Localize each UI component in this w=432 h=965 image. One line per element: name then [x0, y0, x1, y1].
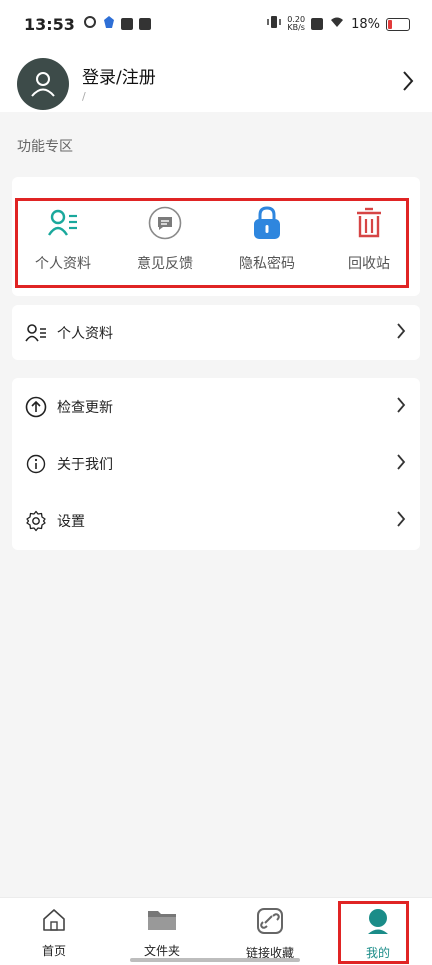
nav-label: 文件夹 [143, 944, 180, 958]
profile-list-card: 个人资料 [12, 305, 420, 360]
quick-action-label: 个人资料 [35, 256, 91, 272]
home-icon [41, 908, 67, 936]
chevron-right-icon[interactable] [402, 70, 414, 96]
no-sim-icon [311, 18, 324, 30]
quick-action-privacy-password[interactable]: 隐私密码 [216, 198, 318, 288]
status-right: 0.20 KB/s 18% [267, 15, 410, 33]
bottom-nav: 首页 文件夹 链接收藏 我的 [0, 897, 432, 965]
inbox-icon [138, 18, 151, 30]
quick-action-label: 意见反馈 [137, 256, 193, 272]
list-item-profile[interactable]: 个人资料 [12, 305, 420, 360]
nav-item-mine[interactable]: 我的 [324, 898, 432, 965]
quick-action-feedback[interactable]: 意见反馈 [114, 198, 216, 288]
nav-label: 我的 [365, 946, 390, 960]
quick-action-profile[interactable]: 个人资料 [12, 198, 114, 288]
chevron-right-icon [396, 510, 406, 532]
home-indicator[interactable] [130, 958, 300, 962]
arrow-up-circle-icon [25, 396, 47, 418]
nav-item-link-favorites[interactable]: 链接收藏 [216, 898, 324, 965]
network-speed: 0.20 KB/s [287, 16, 305, 32]
user-icon [365, 908, 391, 938]
chevron-right-icon [396, 453, 406, 475]
trash-icon [355, 206, 383, 240]
nav-label: 首页 [41, 944, 66, 958]
app-notification-icon [103, 15, 115, 33]
login-register-title[interactable]: 登录/注册 [82, 63, 156, 88]
sync-icon [83, 15, 97, 33]
status-time: 13:53 [24, 14, 75, 34]
avatar[interactable] [17, 58, 69, 110]
list-item-settings[interactable]: 设置 [12, 492, 420, 549]
chat-bubble-icon [148, 206, 182, 240]
list-item-about-us[interactable]: 关于我们 [12, 435, 420, 492]
info-icon [25, 453, 47, 475]
list-item-label: 检查更新 [57, 399, 113, 416]
user-icon [31, 72, 55, 97]
link-icon [257, 908, 283, 938]
person-list-icon [48, 206, 78, 240]
list-item-label: 关于我们 [57, 456, 113, 473]
login-header[interactable]: 登录/注册 / [0, 48, 432, 112]
list-item-check-update[interactable]: 检查更新 [12, 378, 420, 435]
list-item-label: 个人资料 [57, 325, 113, 342]
status-notification-icons [83, 15, 151, 33]
wifi-icon [329, 16, 345, 32]
net-speed-unit: KB/s [287, 23, 305, 32]
mail-icon [120, 18, 133, 30]
vibrate-icon [267, 15, 282, 33]
login-subtitle: / [82, 90, 86, 103]
person-list-icon [25, 322, 47, 344]
status-bar: 13:53 0.20 KB/s 18% [0, 0, 432, 48]
nav-item-home[interactable]: 首页 [0, 898, 108, 965]
quick-actions-grid: 个人资料 意见反馈 隐私密码 回收站 [12, 198, 420, 288]
lock-icon [252, 206, 282, 240]
quick-action-label: 隐私密码 [239, 256, 295, 272]
quick-action-recycle-bin[interactable]: 回收站 [318, 198, 420, 288]
settings-list-card: 检查更新 关于我们 设置 [12, 378, 420, 550]
battery-percent: 18% [351, 16, 380, 32]
chevron-right-icon [396, 396, 406, 418]
nav-item-folder[interactable]: 文件夹 [108, 898, 216, 965]
folder-icon [147, 908, 177, 936]
chevron-right-icon [396, 322, 406, 344]
section-title: 功能专区 [17, 139, 73, 155]
quick-action-label: 回收站 [348, 256, 390, 272]
gear-icon [25, 510, 47, 532]
battery-icon [386, 17, 410, 31]
list-item-label: 设置 [57, 513, 85, 530]
